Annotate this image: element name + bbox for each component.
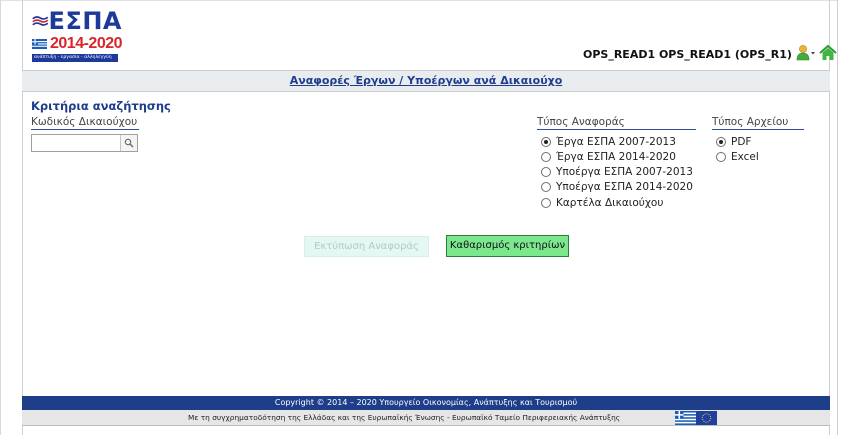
- footer-copyright: Copyright © 2014 – 2020 Υπουργείο Οικονο…: [22, 396, 830, 410]
- radio-button[interactable]: [541, 152, 551, 162]
- logo-slogan: ανάπτυξη - εργασία - αλληλεγγύη: [32, 54, 118, 62]
- print-report-button[interactable]: Εκτύπωση Αναφοράς: [304, 236, 429, 257]
- logo-waves-icon: [32, 16, 49, 26]
- greek-flag-icon: [32, 39, 47, 49]
- footer-funding-text: Με τη συγχρηματοδότηση της Ελλάδας και τ…: [188, 413, 621, 422]
- report-type-option-label: Έργα ΕΣΠΑ 2014-2020: [556, 151, 676, 163]
- report-type-option[interactable]: Έργα ΕΣΠΑ 2014-2020: [541, 151, 676, 163]
- file-type-label: Τύπος Αρχείου: [712, 116, 804, 130]
- file-type-option[interactable]: PDF: [716, 136, 751, 148]
- beneficiary-code-input[interactable]: [32, 135, 120, 151]
- footer-funding-bar: Με τη συγχρηματοδότηση της Ελλάδας και τ…: [22, 410, 830, 426]
- search-button[interactable]: [120, 135, 137, 151]
- report-type-option[interactable]: Καρτέλα Δικαιούχου: [541, 197, 663, 209]
- report-type-label: Τύπος Αναφοράς: [537, 116, 696, 130]
- report-type-option[interactable]: Υποέργα ΕΣΠΑ 2007-2013: [541, 166, 693, 178]
- window-right-border: [837, 0, 838, 435]
- espa-logo: ΕΣΠΑ 2014-2020 ανάπτυξη - εργασία - αλλη…: [32, 7, 123, 64]
- page-title-bar: Αναφορές Έργων / Υποέργων ανά Δικαιούχο: [22, 70, 830, 92]
- logo-years: 2014-2020: [50, 35, 123, 52]
- report-type-option-label: Έργα ΕΣΠΑ 2007-2013: [556, 136, 676, 148]
- beneficiary-code-field: [31, 134, 138, 152]
- beneficiary-code-label: Κωδικός Δικαιούχου: [31, 116, 139, 130]
- radio-button[interactable]: [541, 182, 551, 192]
- radio-button[interactable]: [541, 198, 551, 208]
- page-title[interactable]: Αναφορές Έργων / Υποέργων ανά Δικαιούχο: [290, 74, 563, 87]
- window-left-border: [0, 0, 1, 435]
- report-type-option-label: Υποέργα ΕΣΠΑ 2007-2013: [556, 166, 693, 178]
- radio-button[interactable]: [541, 137, 551, 147]
- eu-flag-icon: [696, 411, 717, 425]
- greek-flag-icon: [675, 411, 696, 425]
- page-frame: [22, 0, 830, 435]
- logo-brand: ΕΣΠΑ: [48, 7, 122, 35]
- report-type-option[interactable]: Υποέργα ΕΣΠΑ 2014-2020: [541, 181, 693, 193]
- clear-criteria-button[interactable]: Καθαρισμός κριτηρίων: [446, 235, 569, 257]
- report-type-option-label: Καρτέλα Δικαιούχου: [556, 197, 664, 209]
- radio-button[interactable]: [541, 167, 551, 177]
- search-icon: [124, 138, 134, 148]
- file-type-option[interactable]: Excel: [716, 151, 759, 163]
- report-type-option[interactable]: Έργα ΕΣΠΑ 2007-2013: [541, 136, 676, 148]
- file-type-option-label: Excel: [731, 151, 759, 163]
- home-icon[interactable]: [818, 44, 838, 62]
- file-type-option-label: PDF: [731, 136, 752, 148]
- radio-button[interactable]: [716, 137, 726, 147]
- user-dropdown-icon[interactable]: [796, 44, 816, 62]
- user-name: OPS_READ1 OPS_READ1 (OPS_R1): [583, 48, 792, 61]
- criteria-heading: Κριτήρια αναζήτησης: [31, 99, 171, 113]
- radio-button[interactable]: [716, 152, 726, 162]
- report-type-option-label: Υποέργα ΕΣΠΑ 2014-2020: [556, 181, 693, 193]
